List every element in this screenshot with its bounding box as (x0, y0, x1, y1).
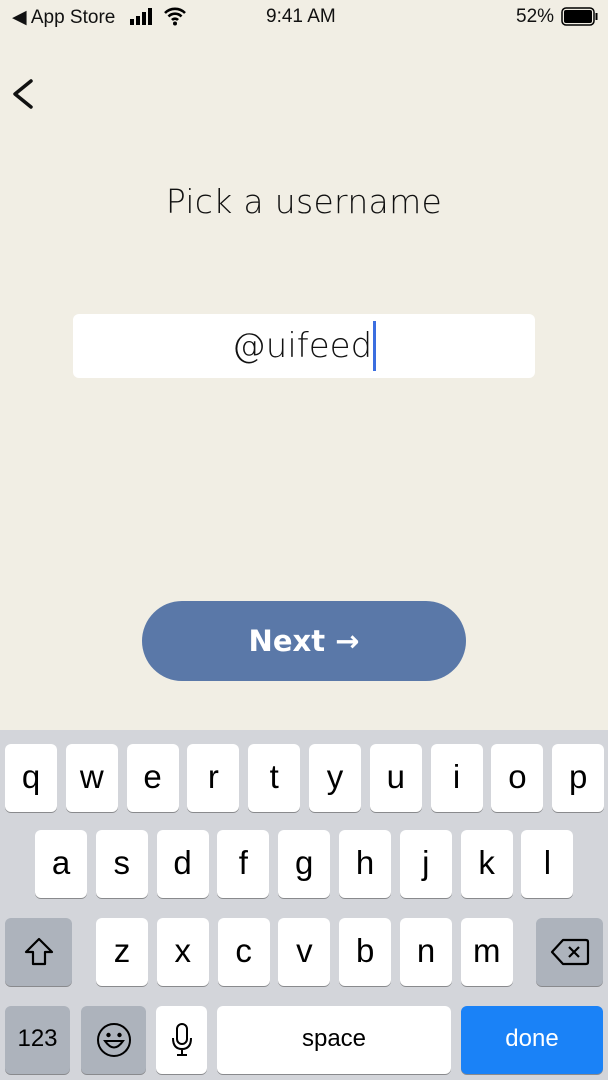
key-h[interactable]: h (339, 830, 391, 898)
key-x[interactable]: x (156, 918, 209, 986)
key-g[interactable]: g (278, 830, 331, 898)
key-i[interactable]: i (430, 744, 483, 812)
wifi-icon (164, 7, 186, 26)
done-key[interactable]: done (461, 1006, 603, 1074)
key-f[interactable]: f (217, 830, 270, 898)
microphone-icon (171, 1023, 192, 1056)
key-r[interactable]: r (187, 744, 240, 812)
signal-icon (130, 8, 152, 25)
next-button[interactable]: Next → (142, 601, 466, 681)
shift-icon (24, 937, 53, 966)
keyboard: q w e r t y u i o p a s d f g h j k l z x c v b n m 123 space done (0, 730, 608, 1080)
key-y[interactable]: y (309, 744, 361, 812)
emoji-key[interactable] (81, 1006, 146, 1074)
shift-key[interactable] (5, 918, 72, 986)
key-l[interactable]: l (521, 830, 574, 898)
username-value: @uifeed (231, 326, 373, 366)
dictation-key[interactable] (156, 1006, 207, 1074)
key-b[interactable]: b (339, 918, 392, 986)
page-title: Pick a username (165, 182, 443, 221)
emoji-icon (96, 1023, 131, 1057)
key-k[interactable]: k (460, 830, 513, 898)
status-bar: ◀ App Store 9:41 AM 52% (0, 0, 608, 34)
key-j[interactable]: j (399, 830, 452, 898)
numbers-key[interactable]: 123 (5, 1006, 70, 1074)
battery-percent: 52% (516, 6, 555, 27)
key-q[interactable]: q (5, 744, 57, 812)
key-z[interactable]: z (96, 918, 148, 986)
key-t[interactable]: t (248, 744, 301, 812)
text-caret (373, 320, 377, 371)
chevron-left-icon[interactable] (10, 74, 50, 114)
username-input[interactable]: @uifeed (73, 314, 535, 378)
key-n[interactable]: n (400, 918, 452, 986)
key-m[interactable]: m (460, 918, 513, 986)
key-p[interactable]: p (552, 744, 605, 812)
key-o[interactable]: o (491, 744, 544, 812)
back-to-app-store[interactable]: ◀ App Store (12, 6, 115, 29)
key-d[interactable]: d (156, 830, 209, 898)
key-s[interactable]: s (95, 830, 148, 898)
backspace-icon (550, 938, 589, 966)
delete-key[interactable] (536, 918, 603, 986)
key-c[interactable]: c (217, 918, 270, 986)
key-v[interactable]: v (278, 918, 331, 986)
battery-icon (561, 7, 598, 26)
key-e[interactable]: e (126, 744, 179, 812)
key-w[interactable]: w (65, 744, 118, 812)
clock: 9:41 AM (266, 6, 336, 27)
key-a[interactable]: a (35, 830, 87, 898)
space-key[interactable]: space (217, 1006, 451, 1074)
key-u[interactable]: u (369, 744, 422, 812)
